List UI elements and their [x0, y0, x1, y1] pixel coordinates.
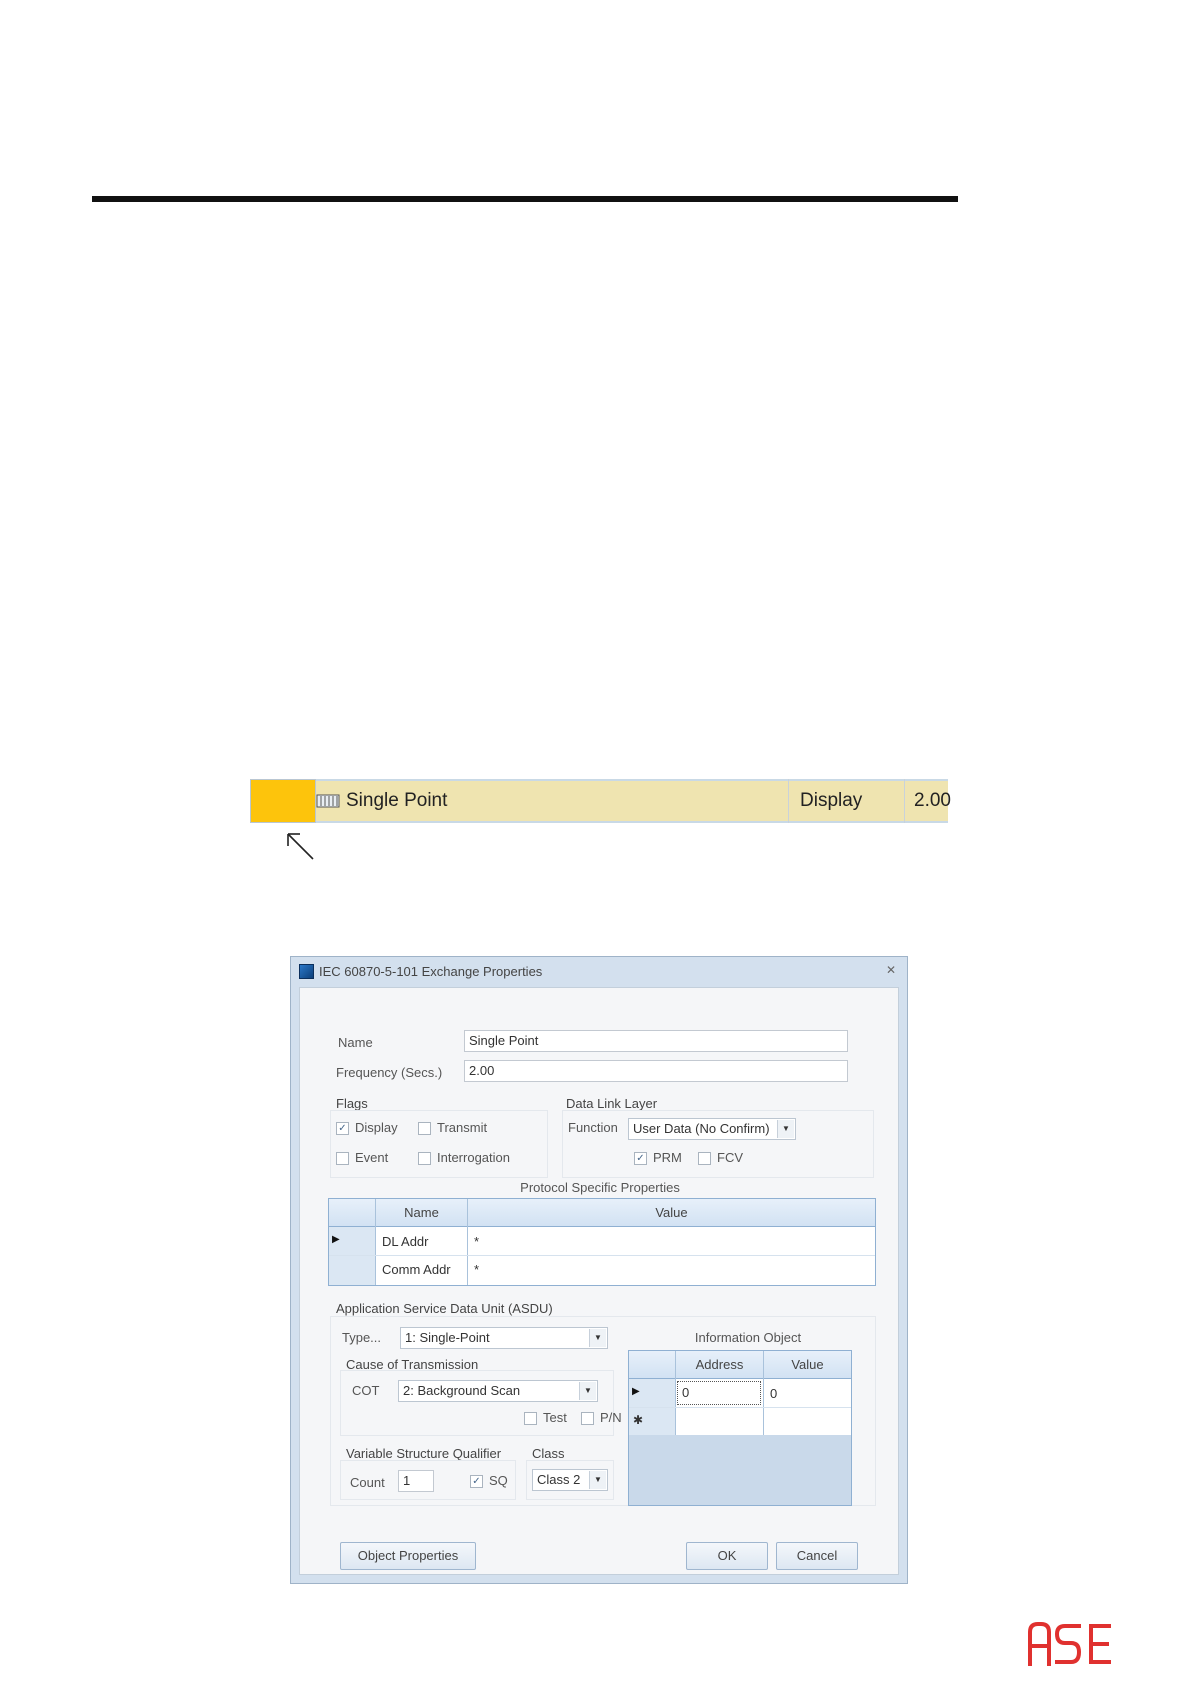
type-combo[interactable]: 1: Single-Point ▼ — [400, 1327, 608, 1349]
info-object-grid: Address Value ▶ 0 0 ✱ — [628, 1350, 852, 1506]
type-label: Type... — [342, 1330, 382, 1345]
column-divider — [788, 779, 789, 823]
interrogation-checkbox[interactable] — [418, 1152, 431, 1165]
transmit-label: Transmit — [437, 1120, 488, 1135]
function-combo[interactable]: User Data (No Confirm) ▼ — [628, 1118, 796, 1140]
display-checkbox[interactable]: ✓ — [336, 1122, 349, 1135]
flags-group-title: Flags — [336, 1096, 368, 1111]
single-point-icon — [316, 794, 340, 808]
sq-checkbox[interactable]: ✓ — [470, 1475, 483, 1488]
function-value: User Data (No Confirm) — [633, 1121, 770, 1136]
chevron-down-icon[interactable]: ▼ — [589, 1329, 606, 1347]
frequency-label: Frequency (Secs.) — [336, 1065, 443, 1080]
exchange-frequency: 2.00 — [914, 790, 951, 811]
event-checkbox[interactable] — [336, 1152, 349, 1165]
ok-button[interactable]: OK — [686, 1542, 768, 1570]
table-row-name[interactable]: DL Addr — [382, 1234, 429, 1249]
current-row-indicator-icon: ▶ — [332, 1234, 340, 1245]
protocol-header-value[interactable]: Value — [468, 1199, 875, 1226]
cancel-button[interactable]: Cancel — [776, 1542, 858, 1570]
dialog-title: IEC 60870-5-101 Exchange Properties — [319, 964, 543, 979]
info-header-value[interactable]: Value — [764, 1351, 851, 1378]
table-row-value[interactable]: * — [474, 1262, 479, 1277]
protocol-header-name[interactable]: Name — [376, 1199, 467, 1226]
class-group-title: Class — [532, 1446, 565, 1461]
title-bar[interactable]: IEC 60870-5-101 Exchange Properties ✕ — [291, 957, 907, 985]
frequency-field[interactable]: 2.00 — [464, 1060, 848, 1082]
prm-label: PRM — [653, 1150, 682, 1165]
cot-label: COT — [352, 1383, 380, 1398]
exchange-row[interactable]: Single Point Display 2.00 — [250, 779, 951, 823]
protocol-properties-grid: Name Value ▶ DL Addr * Comm Addr * — [328, 1198, 876, 1286]
chevron-down-icon[interactable]: ▼ — [589, 1471, 606, 1489]
exchange-flag: Display — [800, 790, 863, 811]
cot-combo[interactable]: 2: Background Scan ▼ — [398, 1380, 598, 1402]
top-rule — [92, 196, 958, 202]
test-checkbox[interactable] — [524, 1412, 537, 1425]
ase-logo — [1028, 1622, 1111, 1666]
close-icon[interactable]: ✕ — [883, 963, 899, 977]
new-row-icon: ✱ — [633, 1413, 644, 1427]
test-label: Test — [543, 1410, 567, 1425]
vsq-group-title: Variable Structure Qualifier — [346, 1446, 502, 1461]
count-label: Count — [350, 1475, 385, 1490]
dialog-client: Name Single Point Frequency (Secs.) 2.00… — [299, 987, 899, 1575]
current-row-indicator-icon: ▶ — [632, 1386, 640, 1397]
name-label: Name — [338, 1035, 373, 1050]
transmit-checkbox[interactable] — [418, 1122, 431, 1135]
grid-hline — [329, 1255, 875, 1256]
fcv-label: FCV — [717, 1150, 743, 1165]
display-label: Display — [355, 1120, 398, 1135]
info-header-address[interactable]: Address — [676, 1351, 763, 1378]
table-row-name[interactable]: Comm Addr — [382, 1262, 451, 1277]
column-divider — [904, 779, 905, 823]
cursor-arrow-icon — [287, 833, 314, 860]
function-label: Function — [568, 1120, 618, 1135]
chevron-down-icon[interactable]: ▼ — [579, 1382, 596, 1400]
object-properties-button[interactable]: Object Properties — [340, 1542, 476, 1570]
info-object-title: Information Object — [694, 1330, 802, 1345]
exchange-properties-dialog: IEC 60870-5-101 Exchange Properties ✕ Na… — [290, 956, 908, 1584]
app-icon — [299, 964, 314, 979]
type-value: 1: Single-Point — [405, 1330, 490, 1345]
pn-label: P/N — [600, 1410, 622, 1425]
cot-value: 2: Background Scan — [403, 1383, 521, 1398]
grid-hline — [629, 1407, 851, 1408]
row-selector[interactable] — [250, 779, 316, 823]
table-row-value[interactable]: 0 — [770, 1386, 777, 1401]
interrogation-label: Interrogation — [437, 1150, 510, 1165]
event-label: Event — [355, 1150, 389, 1165]
class-combo[interactable]: Class 2 ▼ — [532, 1469, 608, 1491]
exchange-name: Single Point — [346, 790, 448, 811]
count-field[interactable]: 1 — [398, 1470, 434, 1492]
table-row-value[interactable]: * — [474, 1234, 479, 1249]
chevron-down-icon[interactable]: ▼ — [777, 1120, 794, 1138]
table-row-address[interactable]: 0 — [677, 1381, 761, 1405]
class-value: Class 2 — [537, 1472, 581, 1487]
name-field[interactable]: Single Point — [464, 1030, 848, 1052]
fcv-checkbox[interactable] — [698, 1152, 711, 1165]
asdu-group-title: Application Service Data Unit (ASDU) — [336, 1301, 553, 1316]
pn-checkbox[interactable] — [581, 1412, 594, 1425]
prm-checkbox[interactable]: ✓ — [634, 1152, 647, 1165]
protocol-group-title: Protocol Specific Properties — [520, 1180, 680, 1195]
data-link-group-title: Data Link Layer — [566, 1096, 658, 1111]
sq-label: SQ — [489, 1473, 508, 1488]
